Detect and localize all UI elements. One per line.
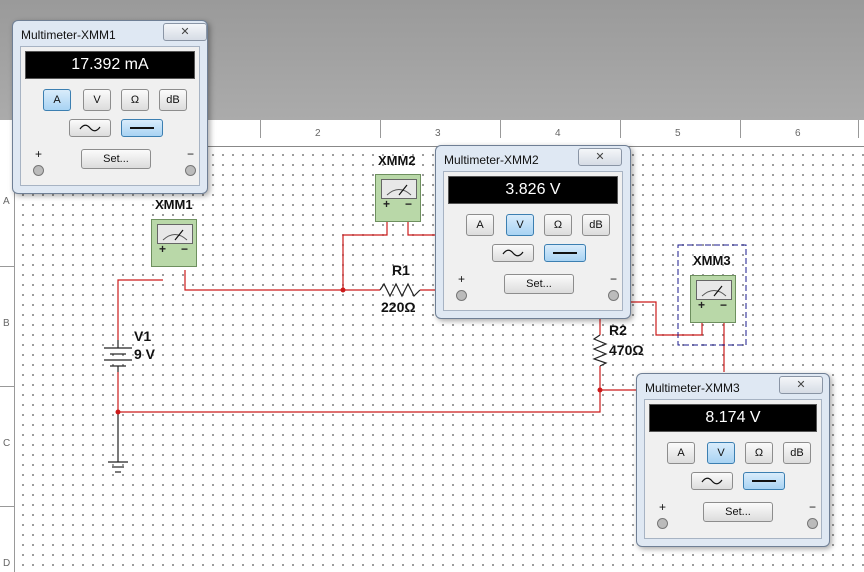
minus-terminal[interactable] (185, 165, 196, 176)
minus-terminal[interactable] (608, 290, 619, 301)
meter-panel: 8.174 V A V Ω dB Set... + − (644, 399, 822, 539)
close-button[interactable]: ✕ (578, 148, 622, 166)
meter-face-icon (696, 280, 732, 300)
plus-sign: + (159, 242, 167, 256)
window-title: Multimeter-XMM1 (21, 28, 116, 42)
meter-panel: 3.826 V A V Ω dB Set... + − (443, 171, 623, 311)
window-title: Multimeter-XMM2 (444, 153, 539, 167)
plus-terminal-label: + (659, 500, 667, 514)
set-button[interactable]: Set... (703, 502, 773, 522)
xmm3-label: XMM3 (693, 253, 731, 268)
minus-terminal-label: − (610, 272, 618, 286)
v1-value: 9 V (134, 346, 156, 362)
plus-terminal[interactable] (657, 518, 668, 529)
minus-sign: − (720, 298, 728, 312)
xmm1-label: XMM1 (155, 197, 193, 212)
voltmeter-button[interactable]: V (83, 89, 111, 111)
voltmeter-button[interactable]: V (506, 214, 534, 236)
close-button[interactable]: ✕ (779, 376, 823, 394)
decibel-button[interactable]: dB (582, 214, 610, 236)
xmm3-symbol[interactable]: + − (690, 275, 736, 323)
ac-button[interactable] (69, 119, 111, 137)
dc-button[interactable] (544, 244, 586, 262)
minus-terminal-label: − (187, 147, 195, 161)
dc-button[interactable] (743, 472, 785, 490)
multimeter-window-xmm2[interactable]: Multimeter-XMM2 ✕ 3.826 V A V Ω dB Set..… (435, 145, 631, 319)
multimeter-window-xmm1[interactable]: Multimeter-XMM1 ✕ 17.392 mA A V Ω dB Set… (12, 20, 208, 194)
meter-panel: 17.392 mA A V Ω dB Set... + − (20, 46, 200, 186)
ac-wave-icon (79, 124, 101, 132)
ammeter-button[interactable]: A (466, 214, 494, 236)
ohmmeter-button[interactable]: Ω (745, 442, 773, 464)
ohmmeter-button[interactable]: Ω (121, 89, 149, 111)
minus-terminal-label: − (809, 500, 817, 514)
r2-name: R2 (609, 322, 627, 338)
window-title: Multimeter-XMM3 (645, 381, 740, 395)
multimeter-window-xmm3[interactable]: Multimeter-XMM3 ✕ 8.174 V A V Ω dB Set..… (636, 373, 830, 547)
ac-wave-icon (502, 249, 524, 257)
reading-display: 3.826 V (448, 176, 618, 204)
close-button[interactable]: ✕ (163, 23, 207, 41)
ac-button[interactable] (691, 472, 733, 490)
ac-button[interactable] (492, 244, 534, 262)
dc-button[interactable] (121, 119, 163, 137)
meter-face-icon (157, 224, 193, 244)
ac-wave-icon (701, 477, 723, 485)
minus-sign: − (405, 197, 413, 211)
xmm1-symbol[interactable]: + − (151, 219, 197, 267)
v1-name: V1 (134, 328, 152, 344)
voltmeter-button[interactable]: V (707, 442, 735, 464)
meter-face-icon (381, 179, 417, 199)
reading-display: 17.392 mA (25, 51, 195, 79)
plus-terminal[interactable] (33, 165, 44, 176)
minus-sign: − (181, 242, 189, 256)
decibel-button[interactable]: dB (159, 89, 187, 111)
dc-line-icon (752, 480, 776, 482)
xmm2-label: XMM2 (378, 153, 416, 168)
ammeter-button[interactable]: A (43, 89, 71, 111)
dc-line-icon (553, 252, 577, 254)
r1-name: R1 (392, 262, 410, 278)
set-button[interactable]: Set... (504, 274, 574, 294)
xmm2-symbol[interactable]: + − (375, 174, 421, 222)
set-button[interactable]: Set... (81, 149, 151, 169)
plus-terminal-label: + (35, 147, 43, 161)
reading-display: 8.174 V (649, 404, 817, 432)
ammeter-button[interactable]: A (667, 442, 695, 464)
plus-terminal-label: + (458, 272, 466, 286)
plus-sign: + (383, 197, 391, 211)
ohmmeter-button[interactable]: Ω (544, 214, 572, 236)
decibel-button[interactable]: dB (783, 442, 811, 464)
r1-value: 220Ω (381, 299, 416, 315)
r2-value: 470Ω (609, 342, 644, 358)
minus-terminal[interactable] (807, 518, 818, 529)
plus-sign: + (698, 298, 706, 312)
plus-terminal[interactable] (456, 290, 467, 301)
dc-line-icon (130, 127, 154, 129)
